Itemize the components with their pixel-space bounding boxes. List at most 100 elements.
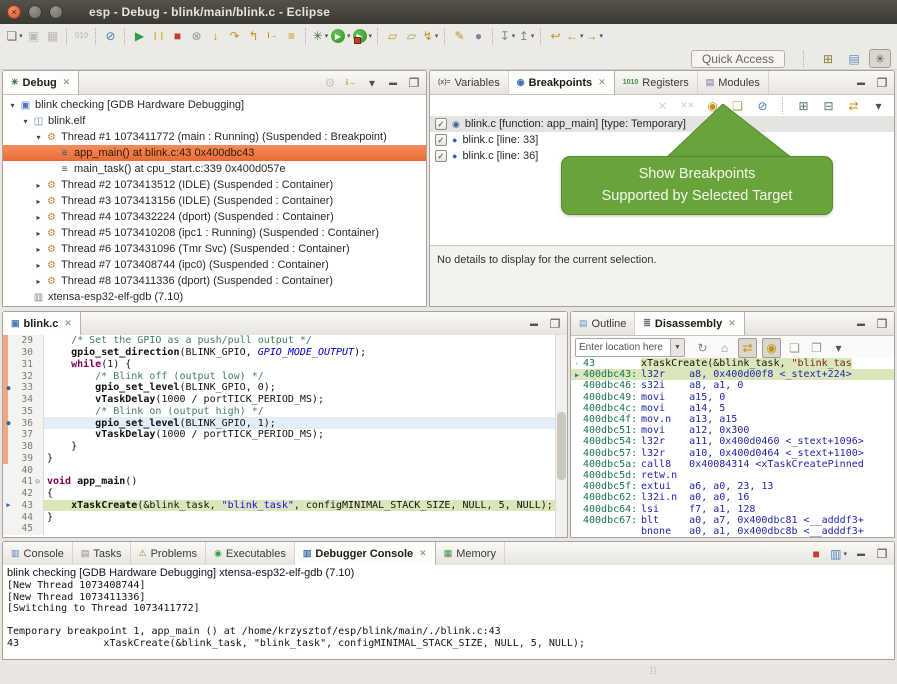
- dropdown-arrow-icon[interactable]: ▾: [19, 32, 23, 40]
- editor-gutter[interactable]: ●33: [3, 382, 44, 394]
- minimize-icon[interactable]: ▬: [854, 545, 868, 563]
- dropdown-arrow-icon[interactable]: ▾: [531, 32, 535, 40]
- breakpoint-checkbox[interactable]: ✓: [435, 118, 447, 130]
- console-tab-memory[interactable]: ▦Memory: [436, 542, 505, 565]
- close-icon[interactable]: ✕: [64, 318, 72, 329]
- disconnect-icon[interactable]: ⊗: [188, 27, 205, 45]
- debug-tree-row[interactable]: ▸⚙Thread #7 1073408744 (ipc0) (Suspended…: [3, 257, 426, 273]
- minimize-icon[interactable]: ▬: [854, 315, 868, 333]
- annotation-icon[interactable]: ●: [470, 27, 487, 45]
- display-selected-console-icon[interactable]: ▥▾: [830, 545, 847, 563]
- code-line[interactable]: 41⊖void app_main(): [3, 476, 567, 488]
- step-over-icon[interactable]: ↷: [226, 27, 243, 45]
- code-line[interactable]: ▶43 xTaskCreate(&blink_task, "blink_task…: [3, 500, 567, 512]
- close-icon[interactable]: ✕: [419, 548, 427, 559]
- debug-perspective-icon[interactable]: ✳: [869, 49, 891, 68]
- debug-tree-row[interactable]: ▸⚙Thread #6 1073431096 (Tmr Svc) (Suspen…: [3, 241, 426, 257]
- view-menu-icon[interactable]: ▾: [870, 97, 887, 115]
- disassembly-row[interactable]: 400dbc57:l32r a10, 0x400d0464 <_stext+11…: [571, 448, 894, 459]
- breakpoint-checkbox[interactable]: ✓: [435, 134, 447, 146]
- disassembly-source-line[interactable]: ◦43xTaskCreate(&blink_task, "blink_tas: [571, 358, 894, 369]
- editor-gutter[interactable]: 38: [3, 441, 44, 453]
- save-all-icon[interactable]: ▦: [44, 27, 61, 45]
- console-tab-debugger-console[interactable]: ▥Debugger Console✕: [295, 542, 436, 565]
- track-expression-icon[interactable]: ◉: [762, 338, 781, 358]
- home-icon[interactable]: ⌂: [716, 339, 733, 357]
- minimize-icon[interactable]: ▬: [527, 315, 541, 333]
- dropdown-arrow-icon[interactable]: ▾: [435, 32, 439, 40]
- disassembly-row[interactable]: 400dbc46:s32i a8, a1, 0: [571, 380, 894, 391]
- pin-view-icon[interactable]: ❐: [808, 339, 825, 357]
- debug-tree-row[interactable]: ▸⚙Thread #5 1073410208 (ipc1 : Running) …: [3, 225, 426, 241]
- code-line[interactable]: 42{: [3, 488, 567, 500]
- fold-collapse-icon[interactable]: ⊖: [33, 477, 42, 486]
- dropdown-arrow-icon[interactable]: ▾: [512, 32, 516, 40]
- code-line[interactable]: 38 }: [3, 441, 567, 453]
- editor-gutter[interactable]: 42: [3, 488, 44, 500]
- dropdown-arrow-icon[interactable]: ▾: [347, 32, 351, 40]
- editor-gutter[interactable]: ●36: [3, 417, 44, 429]
- debug-tree-row[interactable]: ▥xtensa-esp32-elf-gdb (7.10): [3, 289, 426, 305]
- mark-occurrences-icon[interactable]: ✎: [451, 27, 468, 45]
- tree-expander-icon[interactable]: ▸: [33, 245, 44, 254]
- previous-annotation-icon[interactable]: ↥▾: [518, 27, 535, 45]
- skip-all-breakpoints-icon[interactable]: ⊘: [102, 27, 119, 45]
- code-line[interactable]: 35 /* Blink on (output high) */: [3, 406, 567, 418]
- tree-expander-icon[interactable]: ▸: [33, 213, 44, 222]
- close-icon[interactable]: ✕: [598, 77, 606, 88]
- console-tab-problems[interactable]: ⚠Problems: [131, 542, 207, 565]
- debug-icon[interactable]: ✳▾: [312, 27, 329, 45]
- next-annotation-icon[interactable]: ↧▾: [499, 27, 516, 45]
- code-line[interactable]: 44}: [3, 511, 567, 523]
- open-folder-icon[interactable]: ▱: [384, 27, 401, 45]
- tree-expander-icon[interactable]: ▸: [33, 197, 44, 206]
- tree-expander-icon[interactable]: ▸: [33, 261, 44, 270]
- disassembly-row[interactable]: 400dbc62:l32i.n a0, a0, 16: [571, 492, 894, 503]
- debugger-console-output[interactable]: blink checking [GDB Hardware Debugging] …: [3, 565, 894, 659]
- chevron-down-icon[interactable]: ▼: [670, 339, 684, 356]
- maximize-icon[interactable]: ❐: [875, 545, 889, 563]
- editor-gutter[interactable]: 35: [3, 406, 44, 418]
- dis-tab-outline[interactable]: ▤Outline: [571, 312, 635, 335]
- resume-icon[interactable]: ▶: [131, 27, 148, 45]
- bp-tab-modules[interactable]: ▤Modules: [698, 71, 769, 94]
- suspend-icon[interactable]: ❘❘: [150, 27, 167, 45]
- disassembly-row[interactable]: 400dbc64:lsi f7, a1, 128: [571, 503, 894, 514]
- last-edit-location-icon[interactable]: ↩: [547, 27, 564, 45]
- bp-tab-registers[interactable]: 1010Registers: [615, 71, 698, 94]
- refresh-view-icon[interactable]: ↻: [694, 339, 711, 357]
- back-icon[interactable]: ←▾: [566, 27, 584, 45]
- step-into-icon[interactable]: ↓: [207, 27, 224, 45]
- new-wizard-icon[interactable]: ❏▾: [6, 27, 23, 45]
- editor-gutter[interactable]: 30: [3, 347, 44, 359]
- debug-tree-row[interactable]: ▾▣blink checking [GDB Hardware Debugging…: [3, 97, 426, 113]
- remove-all-terminated-icon[interactable]: ⚙: [323, 74, 337, 92]
- editor-gutter[interactable]: 39: [3, 453, 44, 465]
- debug-tree-row[interactable]: ≡app_main() at blink.c:43 0x400dbc43: [3, 145, 426, 161]
- dropdown-arrow-icon[interactable]: ▾: [325, 32, 329, 40]
- disassembly-row[interactable]: 400dbc49:movi a15, 0: [571, 392, 894, 403]
- sync-active-context-icon[interactable]: ⇄: [738, 338, 757, 358]
- editor-gutter[interactable]: 34: [3, 394, 44, 406]
- maximize-icon[interactable]: ❐: [875, 315, 889, 333]
- tab-debug[interactable]: ✳ Debug ✕: [3, 71, 79, 94]
- tree-expander-icon[interactable]: ▾: [20, 117, 31, 126]
- collapse-all-icon[interactable]: ⊟: [820, 97, 837, 115]
- code-line[interactable]: 40: [3, 464, 567, 476]
- link-with-debug-view-icon[interactable]: ⇄: [845, 97, 862, 115]
- close-icon[interactable]: ✕: [63, 77, 71, 88]
- tab-blink-c[interactable]: ▣ blink.c ✕: [3, 312, 81, 335]
- disassembly-row[interactable]: 400dbc5d:retw.n: [571, 470, 894, 481]
- close-icon[interactable]: ✕: [728, 318, 736, 329]
- dropdown-arrow-icon[interactable]: ▾: [843, 550, 847, 558]
- terminate-icon[interactable]: ■: [169, 27, 186, 45]
- debug-tree-row[interactable]: ▾⚙Thread #1 1073411772 (main : Running) …: [3, 129, 426, 145]
- console-tab-tasks[interactable]: ▤Tasks: [73, 542, 131, 565]
- flash-icon[interactable]: ↯▾: [422, 27, 439, 45]
- dropdown-arrow-icon[interactable]: ▾: [369, 32, 373, 40]
- tree-expander-icon[interactable]: ▾: [7, 101, 18, 110]
- editor-gutter[interactable]: 32: [3, 370, 44, 382]
- view-menu-icon[interactable]: ▾: [365, 74, 379, 92]
- editor-gutter[interactable]: 37: [3, 429, 44, 441]
- editor-gutter[interactable]: 41⊖: [3, 476, 44, 488]
